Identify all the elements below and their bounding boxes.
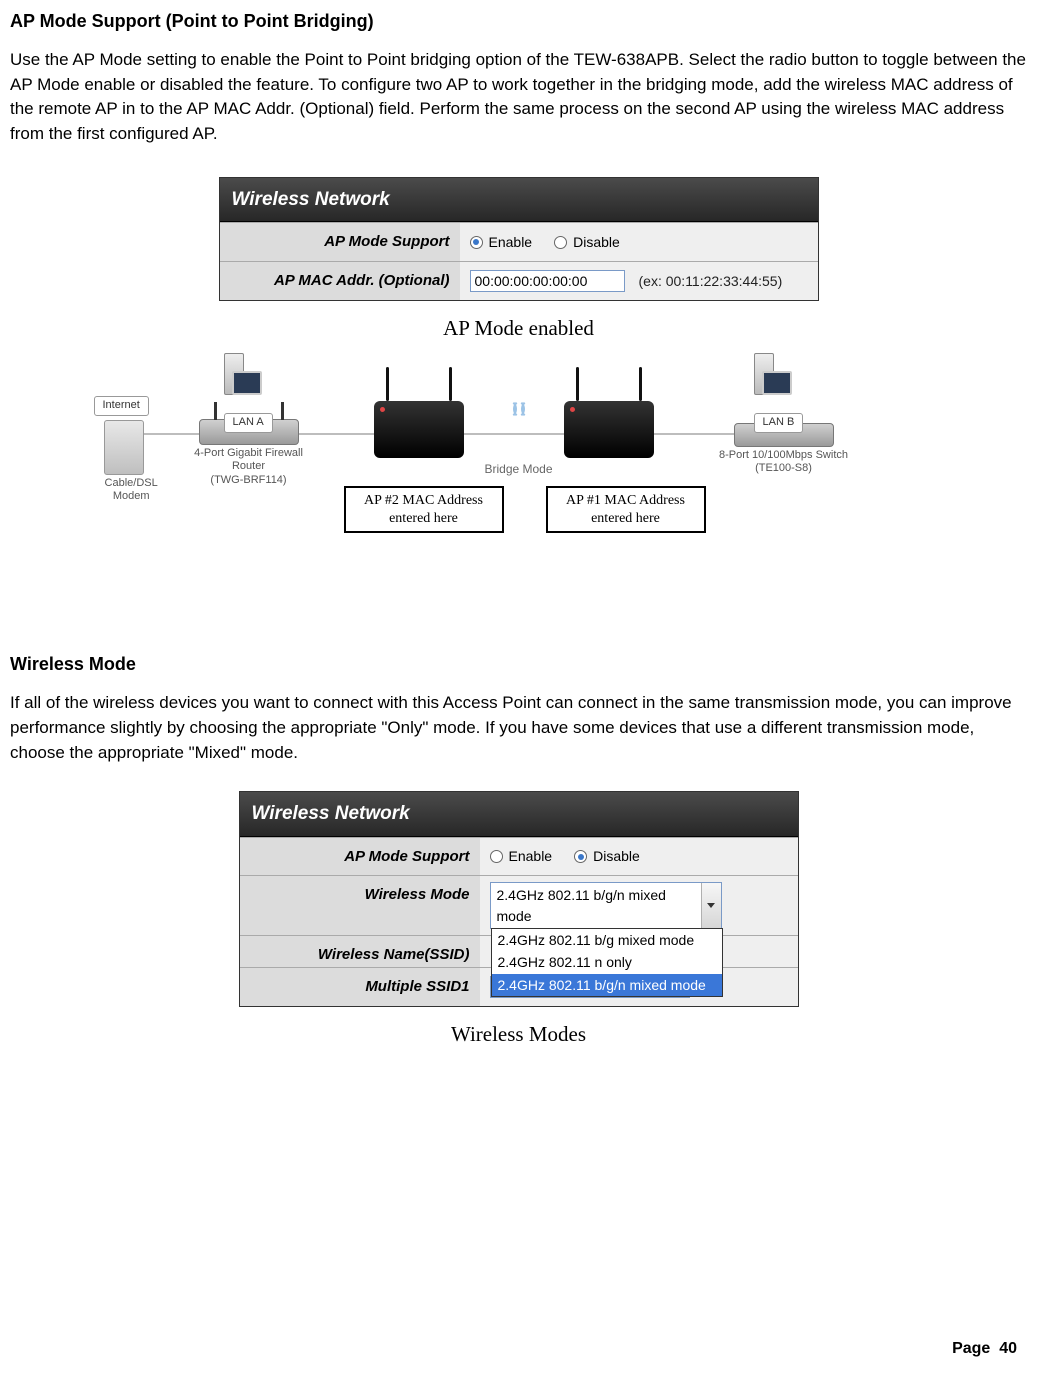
lan-b-tag: LAN B [754, 413, 804, 433]
section2-body: If all of the wireless devices you want … [10, 691, 1027, 765]
radio-enable[interactable] [470, 236, 483, 249]
bridge-mode-label: Bridge Mode [484, 461, 552, 478]
ap-right-icon [564, 401, 654, 458]
section2-heading: Wireless Mode [10, 651, 1027, 677]
panel1-row-apmode: AP Mode Support Enable Disable [220, 222, 818, 261]
internet-tag: Internet [94, 396, 149, 416]
wireless-waves-icon [503, 399, 535, 427]
panel1-title: Wireless Network [220, 178, 818, 223]
switch-label: 8-Port 10/100Mbps Switch (TE100-S8) [704, 449, 864, 475]
bridge-diagram: Internet Cable/DSL Modem 4-Port Gigabit … [94, 361, 944, 541]
enable-text: Enable [489, 232, 533, 252]
modem-label: Cable/DSL Modem [104, 477, 159, 503]
mac-hint: (ex: 00:11:22:33:44:55) [639, 271, 783, 291]
callout-ap2-mac: AP #2 MAC Address entered here [344, 486, 504, 533]
callout-ap1-mac: AP #1 MAC Address entered here [546, 486, 706, 533]
radio2-enable[interactable] [490, 850, 503, 863]
ap-left-icon [374, 401, 464, 458]
router-label: 4-Port Gigabit Firewall Router (TWG-BRF1… [179, 447, 319, 487]
wireless-network-panel-1: Wireless Network AP Mode Support Enable … [219, 177, 819, 301]
caption-wireless-modes: Wireless Modes [10, 1019, 1027, 1049]
panel2-title: Wireless Network [240, 792, 798, 837]
lan-a-tag: LAN A [224, 413, 273, 433]
panel1-row-mac: AP MAC Addr. (Optional) (ex: 00:11:22:33… [220, 261, 818, 300]
page-footer: Page 40 [952, 1337, 1017, 1360]
page-number: 40 [999, 1340, 1017, 1357]
section1-heading: AP Mode Support (Point to Point Bridging… [10, 8, 1027, 34]
wireless-mode-dropdown: 2.4GHz 802.11 b/g mixed mode 2.4GHz 802.… [491, 928, 723, 997]
panel2-row-wireless-mode: Wireless Mode 2.4GHz 802.11 b/g/n mixed … [240, 875, 798, 935]
wireless-mode-select[interactable]: 2.4GHz 802.11 b/g/n mixed mode 2.4GHz 80… [490, 882, 722, 929]
pc-lan-b-icon [754, 353, 792, 408]
panel1-apmode-label: AP Mode Support [220, 223, 460, 261]
wireless-mode-selected: 2.4GHz 802.11 b/g/n mixed mode [491, 883, 701, 928]
dropdown-option-0[interactable]: 2.4GHz 802.11 b/g mixed mode [492, 929, 722, 951]
wireless-network-panel-2: Wireless Network AP Mode Support Enable … [239, 791, 799, 1007]
dropdown-option-2[interactable]: 2.4GHz 802.11 b/g/n mixed mode [492, 974, 722, 996]
modem-icon [104, 420, 144, 475]
dropdown-option-1[interactable]: 2.4GHz 802.11 n only [492, 951, 722, 973]
panel2-row-apmode: AP Mode Support Enable Disable [240, 837, 798, 876]
panel2-ssid-label: Wireless Name(SSID) [240, 936, 480, 967]
panel2-wmode-label: Wireless Mode [240, 876, 480, 935]
radio-disable[interactable] [554, 236, 567, 249]
enable2-text: Enable [509, 846, 553, 866]
page-word: Page [952, 1340, 990, 1357]
disable-text: Disable [573, 232, 620, 252]
radio2-disable[interactable] [574, 850, 587, 863]
panel2-mssid-label: Multiple SSID1 [240, 968, 480, 1006]
panel2-apmode-label: AP Mode Support [240, 838, 480, 876]
disable2-text: Disable [593, 846, 640, 866]
dropdown-arrow-icon[interactable] [701, 883, 721, 928]
caption-ap-mode-enabled: AP Mode enabled [10, 313, 1027, 343]
pc-lan-a-icon [224, 353, 262, 408]
section1-body: Use the AP Mode setting to enable the Po… [10, 48, 1027, 147]
panel1-mac-label: AP MAC Addr. (Optional) [220, 262, 460, 300]
mac-input[interactable] [470, 270, 625, 292]
